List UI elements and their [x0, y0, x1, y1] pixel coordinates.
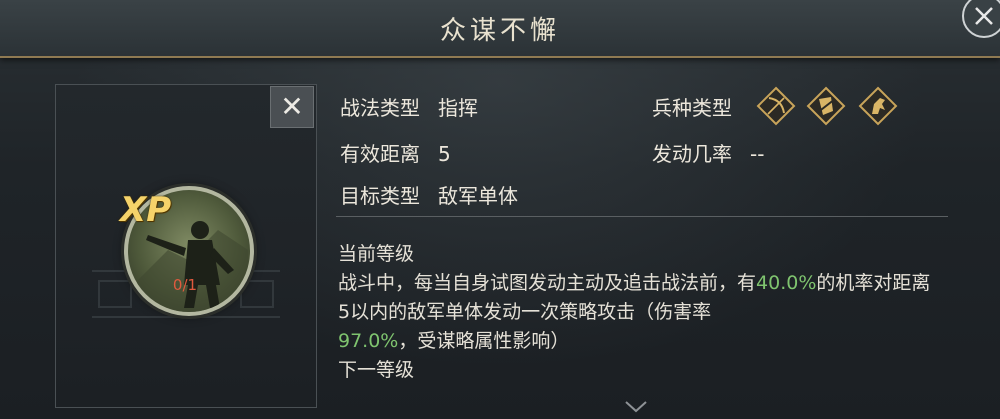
range-value: 5	[438, 142, 451, 166]
tactic-type-value: 指挥	[438, 96, 478, 120]
desc-text-3: ，受谋略属性影响）	[398, 330, 570, 352]
close-icon	[975, 7, 993, 25]
range-row: 有效距离 5	[340, 138, 451, 167]
tactic-description: 当前等级 战斗中，每当自身试图发动主动及追击战法前，有40.0%的机率对距离5以…	[338, 240, 938, 385]
tactic-type-label: 战法类型	[340, 96, 420, 120]
title-bar: 众谋不懈	[0, 0, 1000, 58]
trigger-rate-row: 发动几率 --	[652, 138, 764, 167]
damage-rate-highlight: 97.0%	[338, 330, 399, 352]
section-divider	[336, 216, 948, 217]
shield-icon	[806, 86, 846, 126]
desc-text-1: 战斗中，每当自身试图发动主动及追击战法前，有	[338, 272, 757, 294]
range-label: 有效距离	[340, 142, 420, 166]
tactic-type-row: 战法类型 指挥	[340, 92, 478, 121]
next-level-label: 下一等级	[338, 359, 415, 381]
target-row: 目标类型 敌军单体	[340, 180, 518, 209]
close-icon: ✕	[280, 90, 304, 123]
close-button[interactable]: ✕	[270, 86, 314, 128]
target-value: 敌军单体	[438, 184, 518, 208]
chevron-down-icon[interactable]	[624, 400, 648, 414]
page-title: 众谋不懈	[439, 16, 560, 46]
current-level-text: 战斗中，每当自身试图发动主动及追击战法前，有40.0%的机率对距离5以内的敌军单…	[338, 269, 938, 356]
current-level-label: 当前等级	[338, 243, 415, 265]
troop-type-label: 兵种类型	[652, 96, 732, 120]
trigger-rate-label: 发动几率	[652, 142, 732, 166]
bow-icon	[756, 86, 796, 126]
target-label: 目标类型	[340, 184, 420, 208]
trigger-rate-highlight: 40.0%	[756, 272, 817, 294]
xp-badge: XP	[120, 190, 172, 230]
xp-count: 0/1	[172, 276, 198, 294]
horse-icon	[858, 86, 898, 126]
trigger-rate-value: --	[750, 142, 765, 166]
